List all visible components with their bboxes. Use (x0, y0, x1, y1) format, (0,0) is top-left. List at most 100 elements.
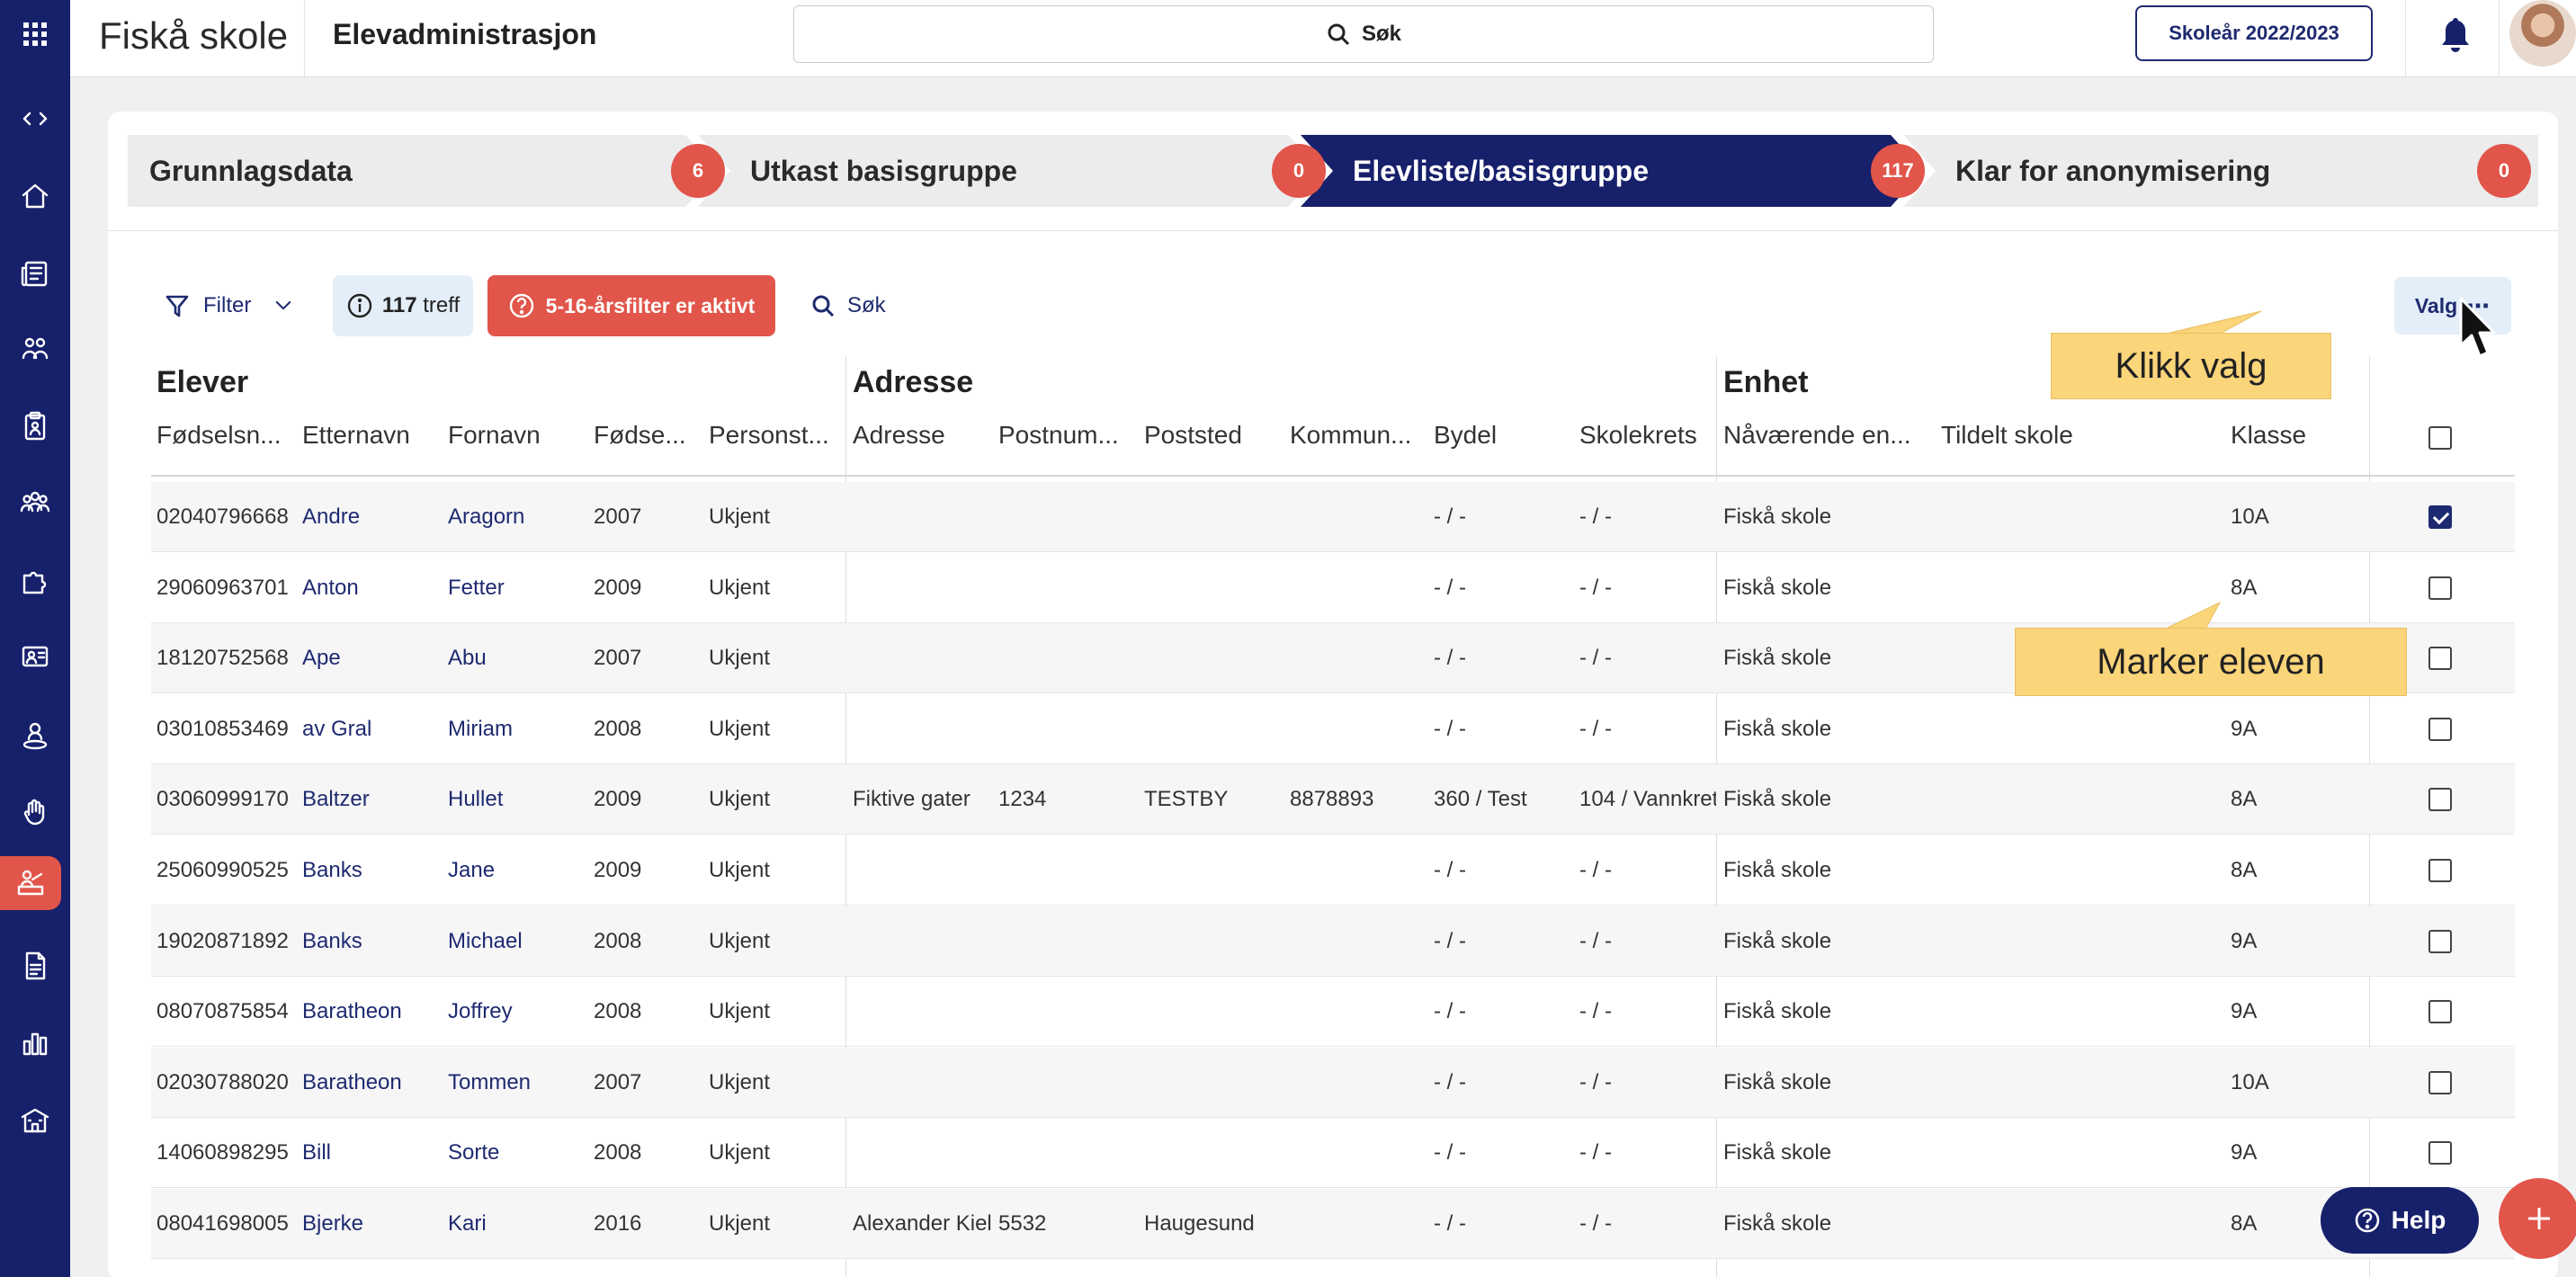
table-row[interactable]: 03010853469 av Gral Miriam 2008 Ukjent - / - -… (151, 694, 2515, 764)
column-header-current-unit[interactable]: Nåværende en... (1723, 421, 1912, 450)
chat-person-icon[interactable] (8, 631, 62, 685)
person-pin-icon[interactable] (8, 709, 62, 763)
row-select-checkbox[interactable] (2428, 859, 2452, 882)
table-row[interactable]: 02030788020 Baratheon Tommen 2007 Ukjent - / … (151, 1047, 2515, 1118)
table-row[interactable]: 08041698005 Bjerke Kari 2016 Ukjent Alexander… (151, 1189, 2515, 1259)
cell-class: 10A (2231, 1069, 2269, 1094)
table-row[interactable]: 08070875854 Baratheon Joffrey 2008 Ukjent - /… (151, 977, 2515, 1048)
column-header-class[interactable]: Klasse (2231, 421, 2357, 450)
people-icon[interactable] (8, 477, 62, 531)
row-select-checkbox[interactable] (2428, 647, 2452, 671)
bell-icon[interactable] (2437, 14, 2473, 54)
step-elevliste-basisgruppe[interactable]: Elevliste/basisgruppe (1353, 135, 1649, 207)
cell-last-name[interactable]: Bjerke (302, 1189, 437, 1259)
cell-district: - / - (1434, 999, 1466, 1024)
cell-first-name[interactable]: Miriam (448, 694, 583, 764)
column-header-municipality[interactable]: Kommun... (1290, 421, 1425, 450)
row-select-checkbox[interactable] (2428, 788, 2452, 812)
row-select-checkbox[interactable] (2428, 505, 2452, 529)
cell-class: 9A (2231, 716, 2258, 741)
newspaper-icon[interactable] (8, 246, 62, 300)
column-header-postal-place[interactable]: Poststed (1144, 421, 1279, 450)
column-header-ssn[interactable]: Fødselsn... (157, 421, 291, 450)
row-select-checkbox[interactable] (2428, 1070, 2452, 1094)
step-klar-for-anonymisering[interactable]: Klar for anonymisering (1955, 135, 2270, 207)
step-grunnlagsdata[interactable]: Grunnlagsdata (149, 135, 353, 207)
filter-button[interactable]: Filter (164, 275, 294, 336)
cell-first-name[interactable]: Aragorn (448, 482, 583, 552)
step-count-badge: 6 (671, 144, 725, 198)
table-row[interactable]: 02040796668 Andre Aragorn 2007 Ukjent - / - - … (151, 482, 2515, 552)
cell-first-name[interactable]: Tommen (448, 1048, 583, 1118)
cell-last-name[interactable]: Anton (302, 553, 437, 623)
cell-assigned-school (1941, 1118, 2139, 1188)
row-select-checkbox[interactable] (2428, 929, 2452, 953)
group-icon[interactable] (8, 322, 62, 376)
cell-last-name[interactable]: Bill (302, 1118, 437, 1188)
cell-first-name[interactable]: Jane (448, 835, 583, 906)
cell-postal-place (1144, 1048, 1279, 1118)
cell-first-name[interactable]: Sorte (448, 1118, 583, 1188)
column-header-last-name[interactable]: Etternavn (302, 421, 437, 450)
apps-grid-icon[interactable] (8, 7, 62, 61)
column-header-assigned-school[interactable]: Tildelt skole (1941, 421, 2139, 450)
column-header-district[interactable]: Bydel (1434, 421, 1569, 450)
cell-first-name[interactable]: Joffrey (448, 977, 583, 1047)
cell-first-name[interactable]: Hullet (448, 764, 583, 835)
cell-first-name[interactable]: Michael (448, 906, 583, 977)
puzzle-icon[interactable] (8, 554, 62, 608)
cell-assigned-school (1941, 1048, 2139, 1118)
age-filter-button[interactable]: 5-16-årsfilter er aktivt (487, 275, 775, 336)
expand-collapse-icon[interactable] (8, 92, 62, 146)
cell-last-name[interactable]: Andre (302, 482, 437, 552)
step-utkast-basisgruppe[interactable]: Utkast basisgruppe (750, 135, 1017, 207)
school-year-button[interactable]: Skoleår 2022/2023 (2135, 5, 2373, 61)
home-icon[interactable] (8, 169, 62, 223)
select-all-checkbox[interactable] (2428, 426, 2452, 450)
bar-chart-icon[interactable] (8, 1016, 62, 1070)
global-search-input[interactable]: Søk (793, 5, 1934, 63)
cell-last-name[interactable]: Baratheon (302, 1048, 437, 1118)
document-icon[interactable] (8, 939, 62, 993)
table-row[interactable]: 19020871892 Banks Michael 2008 Ukjent - / - - … (151, 906, 2515, 977)
column-header-birth-year[interactable]: Fødse... (594, 421, 700, 450)
help-button[interactable]: Help (2321, 1187, 2479, 1254)
cell-municipality (1290, 482, 1425, 552)
search-icon (812, 295, 835, 317)
row-select-checkbox[interactable] (2428, 1000, 2452, 1024)
cell-address: Alexander Kielland (853, 1211, 991, 1236)
clipboard-icon[interactable] (8, 399, 62, 453)
hand-icon[interactable] (8, 786, 62, 840)
cell-first-name[interactable]: Abu (448, 623, 583, 693)
column-header-postal-code[interactable]: Postnum... (998, 421, 1133, 450)
cell-last-name[interactable]: Banks (302, 906, 437, 977)
school-name[interactable]: Fiskå skole (99, 14, 288, 58)
add-button[interactable] (2499, 1178, 2576, 1259)
cell-last-name[interactable]: Banks (302, 835, 437, 906)
class-icon[interactable] (0, 856, 61, 910)
cell-birth-year: 2008 (594, 928, 642, 953)
column-header-person-status[interactable]: Personst... (709, 421, 840, 450)
cell-first-name[interactable]: Fetter (448, 553, 583, 623)
cell-first-name[interactable]: Kari (448, 1189, 583, 1259)
filter-label: Filter (203, 293, 252, 317)
row-select-checkbox[interactable] (2428, 717, 2452, 741)
column-header-address[interactable]: Adresse (853, 421, 988, 450)
step-count-badge: 117 (1871, 144, 1925, 198)
cell-last-name[interactable]: Ape (302, 623, 437, 693)
table-row[interactable]: 14060898295 Bill Sorte 2008 Ukjent - / - - / -… (151, 1118, 2515, 1189)
avatar[interactable] (2509, 0, 2576, 67)
column-header-school-district[interactable]: Skolekrets (1579, 421, 1714, 450)
cell-last-name[interactable]: Baratheon (302, 977, 437, 1047)
table-search-button[interactable]: Søk (809, 275, 886, 336)
cell-person-status: Ukjent (709, 858, 771, 882)
table-row[interactable]: 03060999170 Baltzer Hullet 2009 Ukjent Fiktiv… (151, 764, 2515, 835)
school-icon[interactable] (8, 1094, 62, 1148)
column-header-first-name[interactable]: Fornavn (448, 421, 583, 450)
cell-last-name[interactable]: av Gral (302, 694, 437, 764)
row-select-checkbox[interactable] (2428, 1141, 2452, 1165)
table-row[interactable]: 25060990525 Banks Jane 2009 Ukjent - / - - / -… (151, 835, 2515, 906)
cell-last-name[interactable]: Baltzer (302, 764, 437, 835)
row-select-checkbox[interactable] (2428, 576, 2452, 600)
cell-ssn: 03010853469 (157, 716, 289, 741)
